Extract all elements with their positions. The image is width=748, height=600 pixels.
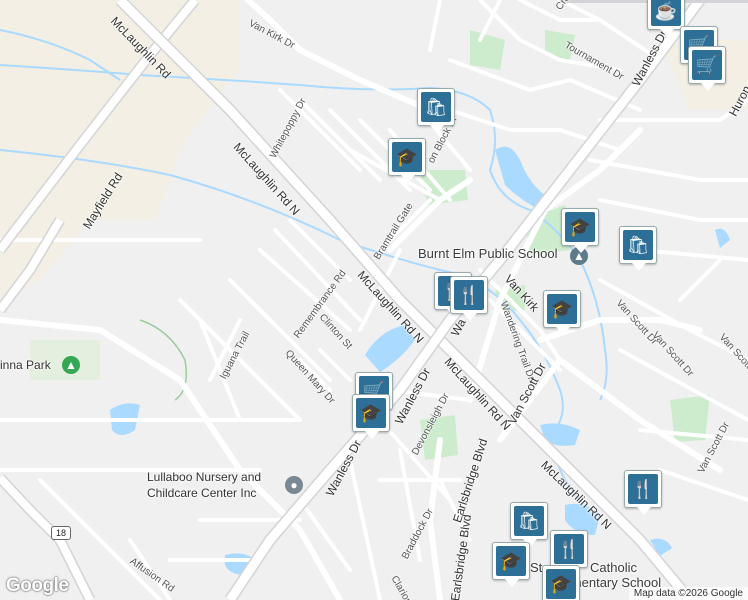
shopping-bag-pin[interactable]: 🛍 <box>510 502 548 547</box>
school-pin[interactable]: 🎓 <box>388 138 426 183</box>
shopping-bag-icon: 🛍 <box>623 230 653 260</box>
park-poi-icon[interactable]: ▲ <box>62 356 80 374</box>
graduation-cap-icon: 🎓 <box>546 569 576 599</box>
school-pin[interactable]: 🎓 <box>352 394 390 439</box>
graduation-cap-icon: 🎓 <box>392 142 422 172</box>
school-pin[interactable]: 🎓 <box>542 565 580 600</box>
shopping-cart-icon: 🛒 <box>692 50 722 80</box>
place-label-nursery-line1: Lullaboo Nursery and <box>147 470 262 484</box>
restaurant-icon: 🍴 <box>554 534 584 564</box>
restaurant-icon: 🍴 <box>454 280 484 310</box>
shopping-bag-pin[interactable]: 🛍 <box>417 88 455 133</box>
shopping-cart-pin[interactable]: 🛒 <box>688 46 726 91</box>
graduation-cap-icon: 🎓 <box>356 398 386 428</box>
school-pin[interactable]: 🎓 <box>561 208 599 253</box>
school-pin[interactable]: 🎓 <box>543 290 581 335</box>
restaurant-pin[interactable]: 🍴 <box>624 470 662 515</box>
shopping-bag-icon: 🛍 <box>421 92 451 122</box>
place-label-nursery-line2: Childcare Center Inc <box>147 486 257 500</box>
place-label-burnt-elm-public-school: Burnt Elm Public School <box>418 246 558 261</box>
map-attribution[interactable]: Map data ©2026 Google <box>628 587 748 600</box>
graduation-cap-icon: 🎓 <box>547 294 577 324</box>
map-canvas[interactable]: McLaughlin Rd McLaughlin Rd N McLaughlin… <box>0 0 748 600</box>
graduation-cap-icon: 🎓 <box>496 546 526 576</box>
coffee-pin[interactable]: ☕ <box>647 0 685 37</box>
route-18-shield: 18 <box>51 526 71 540</box>
restaurant-icon: 🍴 <box>628 474 658 504</box>
place-label-park: inna Park <box>0 358 51 372</box>
school-pin[interactable]: 🎓 <box>492 542 530 587</box>
google-logo[interactable]: Google <box>6 575 69 597</box>
nursery-poi-icon[interactable]: ● <box>285 476 303 494</box>
shopping-bag-icon: 🛍 <box>514 506 544 536</box>
shopping-bag-pin[interactable]: 🛍 <box>619 226 657 271</box>
graduation-cap-icon: 🎓 <box>565 212 595 242</box>
restaurant-pin[interactable]: 🍴 <box>550 530 588 575</box>
restaurant-pin[interactable]: 🍴 <box>450 276 488 321</box>
place-label-catholic: Catholic <box>590 560 637 575</box>
coffee-icon: ☕ <box>651 0 681 26</box>
